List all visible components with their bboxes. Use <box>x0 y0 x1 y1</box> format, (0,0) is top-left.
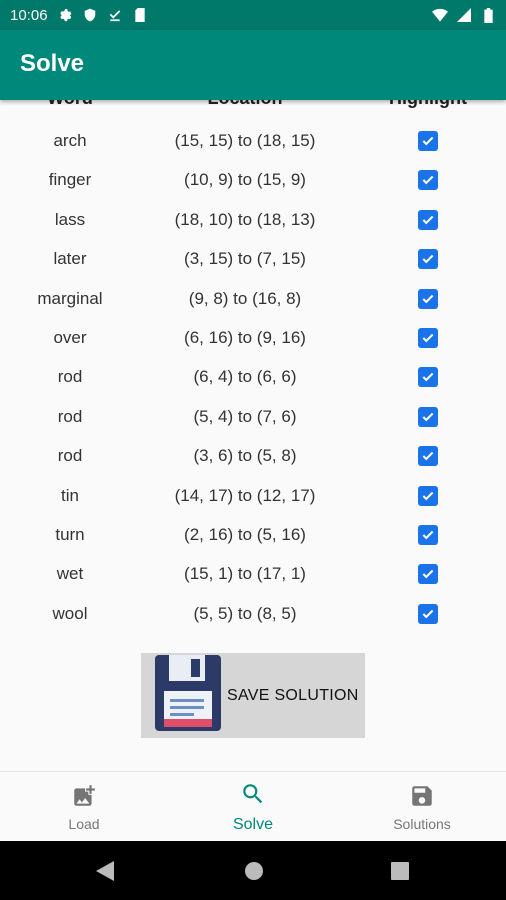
highlight-checkbox[interactable] <box>418 564 438 585</box>
location-cell: (5, 4) to (7, 6) <box>193 406 297 426</box>
check-icon <box>422 412 434 422</box>
table-header: Word Location Highlight <box>0 100 506 112</box>
check-icon <box>422 451 434 461</box>
nav-solve[interactable]: Solve <box>169 772 337 842</box>
word-cell: marginal <box>37 288 103 308</box>
location-cell: (14, 17) to (12, 17) <box>174 485 316 505</box>
word-cell: over <box>53 328 87 347</box>
check-icon <box>422 373 434 382</box>
location-cell: (15, 15) to (18, 15) <box>174 131 316 150</box>
check-icon <box>422 136 434 146</box>
nav-load[interactable]: Load <box>0 772 168 842</box>
word-cell: finger <box>48 170 92 190</box>
recents-icon[interactable] <box>391 862 409 885</box>
table-row: lass (18, 10) to (18, 13) <box>0 201 506 240</box>
check-icon <box>422 491 434 500</box>
highlight-checkbox[interactable] <box>418 603 438 624</box>
word-cell: turn <box>55 525 85 544</box>
highlight-checkbox[interactable] <box>418 367 438 388</box>
header-word: Word <box>0 100 140 109</box>
word-cell: arch <box>53 131 87 150</box>
location-cell: (6, 4) to (6, 6) <box>193 367 297 387</box>
nav-solutions[interactable]: Solutions <box>338 772 506 842</box>
floppy-disk-icon <box>155 655 221 736</box>
nav-solve-label: Solve <box>232 815 274 833</box>
location-cell: (3, 15) to (7, 15) <box>184 249 306 269</box>
check-icon <box>422 570 434 579</box>
table-row: tin (14, 17) to (12, 17) <box>0 477 506 516</box>
highlight-checkbox[interactable] <box>418 525 438 545</box>
check-icon <box>422 530 434 540</box>
check-icon <box>422 215 434 225</box>
highlight-checkbox[interactable] <box>418 288 438 309</box>
header-location: Location <box>140 100 350 109</box>
check-icon <box>422 254 434 264</box>
word-cell: rod <box>57 367 83 387</box>
highlight-checkbox[interactable] <box>418 406 438 427</box>
location-cell: (15, 1) to (17, 1) <box>184 564 306 584</box>
table-row: later (3, 15) to (7, 15) <box>0 240 506 279</box>
location-cell: (9, 8) to (16, 8) <box>188 288 302 308</box>
save-solution-label: SAVE SOLUTION <box>227 686 359 704</box>
status-bar: 10:06 <box>0 0 506 30</box>
shield-icon <box>82 7 98 23</box>
bottom-navigation: Load Solve Solutions <box>0 771 506 841</box>
cell-signal-icon <box>456 7 472 23</box>
word-cell: lass <box>54 209 86 229</box>
save-solution-button[interactable]: SAVE SOLUTION <box>141 653 365 738</box>
back-icon[interactable] <box>96 861 114 886</box>
highlight-checkbox[interactable] <box>418 209 438 230</box>
check-icon <box>422 609 434 619</box>
check-icon <box>422 333 434 343</box>
add-photo-icon <box>71 783 97 812</box>
highlight-checkbox[interactable] <box>418 131 438 151</box>
word-cell: wool <box>52 603 88 623</box>
status-time: 10:06 <box>10 6 48 24</box>
battery-icon <box>480 7 496 23</box>
highlight-checkbox[interactable] <box>418 249 438 270</box>
location-cell: (18, 10) to (18, 13) <box>174 209 316 229</box>
table-row: finger (10, 9) to (15, 9) <box>0 161 506 200</box>
location-cell: (2, 16) to (5, 16) <box>184 525 306 544</box>
check-icon <box>422 294 434 303</box>
table-row: rod (5, 4) to (7, 6) <box>0 398 506 437</box>
highlight-checkbox[interactable] <box>418 485 438 506</box>
save-icon <box>409 783 435 812</box>
check-icon <box>422 176 434 185</box>
word-cell: wet <box>56 564 84 584</box>
nav-solutions-label: Solutions <box>393 815 451 832</box>
table-row: wool (5, 5) to (8, 5) <box>0 595 506 634</box>
gear-icon <box>57 7 73 23</box>
table-row: over (6, 16) to (9, 16) <box>0 319 506 358</box>
page-title: Solve <box>20 50 85 77</box>
app-bar: Solve <box>0 30 506 100</box>
word-cell: later <box>53 249 87 269</box>
location-cell: (6, 16) to (9, 16) <box>184 328 306 347</box>
download-done-icon <box>107 7 123 23</box>
sd-card-icon <box>132 7 148 23</box>
highlight-checkbox[interactable] <box>418 170 438 191</box>
word-cell: rod <box>57 406 83 426</box>
location-cell: (5, 5) to (8, 5) <box>193 603 297 623</box>
table-row: marginal (9, 8) to (16, 8) <box>0 280 506 319</box>
wifi-icon <box>432 7 448 23</box>
header-highlight: Highlight <box>350 100 506 109</box>
table-row: wet (15, 1) to (17, 1) <box>0 555 506 594</box>
highlight-checkbox[interactable] <box>418 328 438 348</box>
word-cell: rod <box>57 446 83 466</box>
location-cell: (10, 9) to (15, 9) <box>184 170 306 190</box>
home-icon[interactable] <box>244 861 264 886</box>
system-navigation-bar <box>0 841 506 900</box>
table-row: rod (3, 6) to (5, 8) <box>0 437 506 476</box>
table-row: arch (15, 15) to (18, 15) <box>0 122 506 161</box>
nav-load-label: Load <box>68 815 100 832</box>
search-icon <box>240 781 266 812</box>
solution-table[interactable]: Word Location Highlight arch (15, 15) to … <box>0 100 506 771</box>
word-cell: tin <box>61 485 79 505</box>
table-row: turn (2, 16) to (5, 16) <box>0 516 506 555</box>
highlight-checkbox[interactable] <box>418 446 438 467</box>
table-row: rod (6, 4) to (6, 6) <box>0 358 506 397</box>
location-cell: (3, 6) to (5, 8) <box>193 446 297 466</box>
